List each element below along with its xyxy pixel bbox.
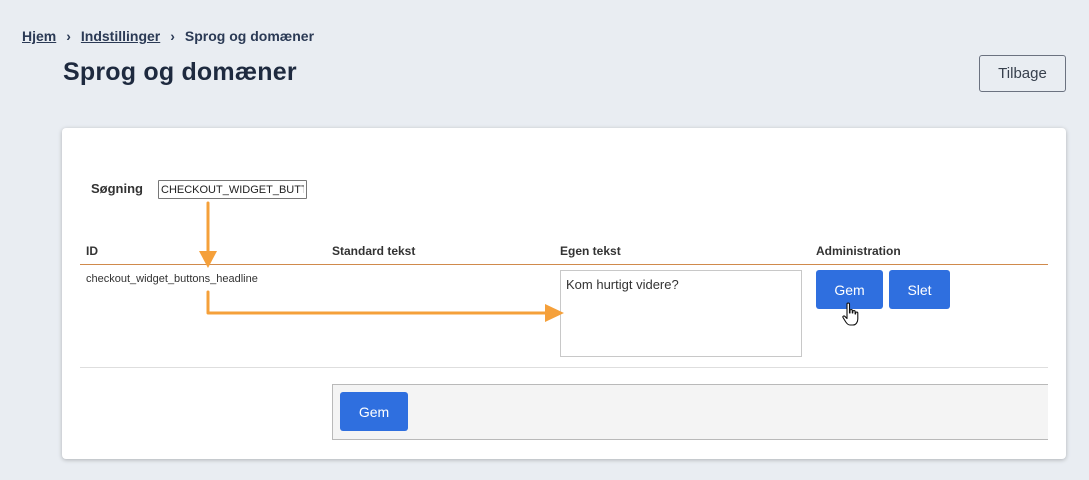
row-id: checkout_widget_buttons_headline <box>86 273 258 285</box>
footer-save-button[interactable]: Gem <box>340 392 408 431</box>
column-header-id: ID <box>86 244 98 258</box>
row-delete-button[interactable]: Slet <box>889 270 950 309</box>
breadcrumb-settings-link[interactable]: Indstillinger <box>81 28 160 44</box>
search-input[interactable] <box>158 180 307 199</box>
column-header-own-text: Egen tekst <box>560 244 621 258</box>
breadcrumb-home-link[interactable]: Hjem <box>22 28 56 44</box>
translations-card: Søgning ID Standard tekst Egen tekst Adm… <box>62 128 1066 459</box>
page-title: Sprog og domæner <box>63 58 297 86</box>
hand-pointer-cursor-icon <box>842 302 859 326</box>
footer-actions: Gem <box>332 384 1048 440</box>
column-header-standard-text: Standard tekst <box>332 244 416 258</box>
column-header-administration: Administration <box>816 244 901 258</box>
back-button[interactable]: Tilbage <box>979 55 1066 92</box>
breadcrumb-separator: › <box>66 28 71 44</box>
row-divider <box>80 367 1048 368</box>
breadcrumb-separator: › <box>170 28 175 44</box>
breadcrumb: Hjem › Indstillinger › Sprog og domæner <box>22 28 314 44</box>
search-label: Søgning <box>91 181 143 196</box>
breadcrumb-current: Sprog og domæner <box>184 28 315 44</box>
own-text-input[interactable]: Kom hurtigt videre? <box>560 270 802 357</box>
table-header-divider <box>80 264 1048 265</box>
